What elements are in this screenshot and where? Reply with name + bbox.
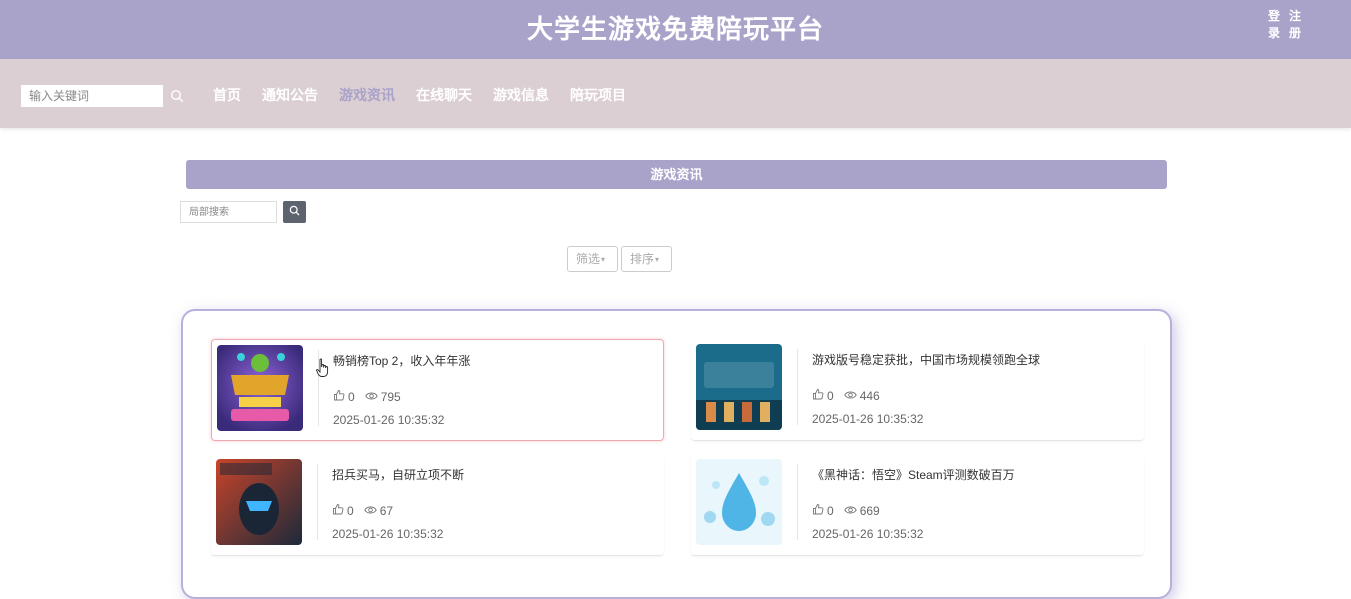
caret-down-icon: ▾ <box>601 254 606 264</box>
news-title[interactable]: 畅销榜Top 2，收入年年涨 <box>333 352 470 369</box>
eye-icon <box>363 504 377 518</box>
nav-item-game-news[interactable]: 游戏资讯 <box>339 85 395 105</box>
local-search-button[interactable] <box>283 201 306 223</box>
divider <box>317 464 318 540</box>
nav-bar: 首页 通知公告 游戏资讯 在线聊天 游戏信息 陪玩项目 <box>0 59 1351 128</box>
news-thumbnail[interactable] <box>216 459 302 545</box>
filter-label: 筛选 <box>576 252 601 266</box>
news-card[interactable]: 畅销榜Top 2，收入年年涨 0 795 2025-01-26 10:35:32 <box>211 339 664 441</box>
news-stats: 0 669 <box>812 503 880 518</box>
view-count: 67 <box>379 503 394 518</box>
news-stats: 0 67 <box>332 503 393 518</box>
search-icon <box>289 203 300 221</box>
news-thumbnail[interactable] <box>696 459 782 545</box>
nav-item-game-info[interactable]: 游戏信息 <box>493 85 549 105</box>
news-title[interactable]: 游戏版号稳定获批，中国市场规模领跑全球 <box>812 351 1040 368</box>
news-card[interactable]: 《黑神话：悟空》Steam评测数破百万 0 669 2025-01-26 10:… <box>691 454 1144 556</box>
news-card[interactable]: 游戏版号稳定获批，中国市场规模领跑全球 0 446 2025-01-26 10:… <box>691 339 1144 441</box>
sort-label: 排序 <box>630 252 655 266</box>
eye-icon <box>843 504 857 518</box>
news-date: 2025-01-26 10:35:32 <box>812 527 924 541</box>
caret-down-icon: ▾ <box>655 254 660 264</box>
news-date: 2025-01-26 10:35:32 <box>332 527 444 541</box>
sort-dropdown[interactable]: 排序▾ <box>621 246 672 272</box>
news-list: 畅销榜Top 2，收入年年涨 0 795 2025-01-26 10:35:32 <box>181 309 1172 599</box>
news-title[interactable]: 招兵买马，自研立项不断 <box>332 466 464 483</box>
site-title: 大学生游戏免费陪玩平台 <box>526 14 824 44</box>
login-link[interactable]: 登录 <box>1268 8 1280 42</box>
view-count: 795 <box>380 389 401 404</box>
thumbs-up-icon[interactable] <box>333 389 345 404</box>
news-thumbnail[interactable] <box>696 344 782 430</box>
top-header: 大学生游戏免费陪玩平台 登录 注册 <box>0 0 1351 59</box>
nav-item-play-projects[interactable]: 陪玩项目 <box>570 85 626 105</box>
eye-icon <box>843 389 857 403</box>
news-thumbnail[interactable] <box>217 345 303 431</box>
filter-dropdown[interactable]: 筛选▾ <box>567 246 618 272</box>
register-link[interactable]: 注册 <box>1289 8 1301 42</box>
like-count: 0 <box>348 389 355 404</box>
thumbs-up-icon[interactable] <box>812 388 824 403</box>
like-count: 0 <box>827 388 834 403</box>
thumbs-up-icon[interactable] <box>812 503 824 518</box>
news-stats: 0 795 <box>333 389 401 404</box>
thumbs-up-icon[interactable] <box>332 503 344 518</box>
nav-item-home[interactable]: 首页 <box>213 85 241 105</box>
news-title[interactable]: 《黑神话：悟空》Steam评测数破百万 <box>812 466 1015 483</box>
nav-search-input[interactable] <box>21 85 163 107</box>
divider <box>797 349 798 425</box>
search-icon[interactable] <box>170 89 184 103</box>
view-count: 446 <box>859 388 880 403</box>
like-count: 0 <box>827 503 834 518</box>
nav-item-notices[interactable]: 通知公告 <box>262 85 318 105</box>
eye-icon <box>364 390 378 404</box>
news-card[interactable]: 招兵买马，自研立项不断 0 67 2025-01-26 10:35:32 <box>211 454 664 556</box>
news-date: 2025-01-26 10:35:32 <box>333 413 445 427</box>
like-count: 0 <box>347 503 354 518</box>
local-search-input[interactable] <box>180 201 277 223</box>
section-title: 游戏资讯 <box>186 160 1167 189</box>
news-stats: 0 446 <box>812 388 880 403</box>
view-count: 669 <box>859 503 880 518</box>
divider <box>318 350 319 426</box>
nav-menu: 首页 通知公告 游戏资讯 在线聊天 游戏信息 陪玩项目 <box>213 85 647 105</box>
nav-item-online-chat[interactable]: 在线聊天 <box>416 85 472 105</box>
news-date: 2025-01-26 10:35:32 <box>812 412 924 426</box>
divider <box>797 464 798 540</box>
